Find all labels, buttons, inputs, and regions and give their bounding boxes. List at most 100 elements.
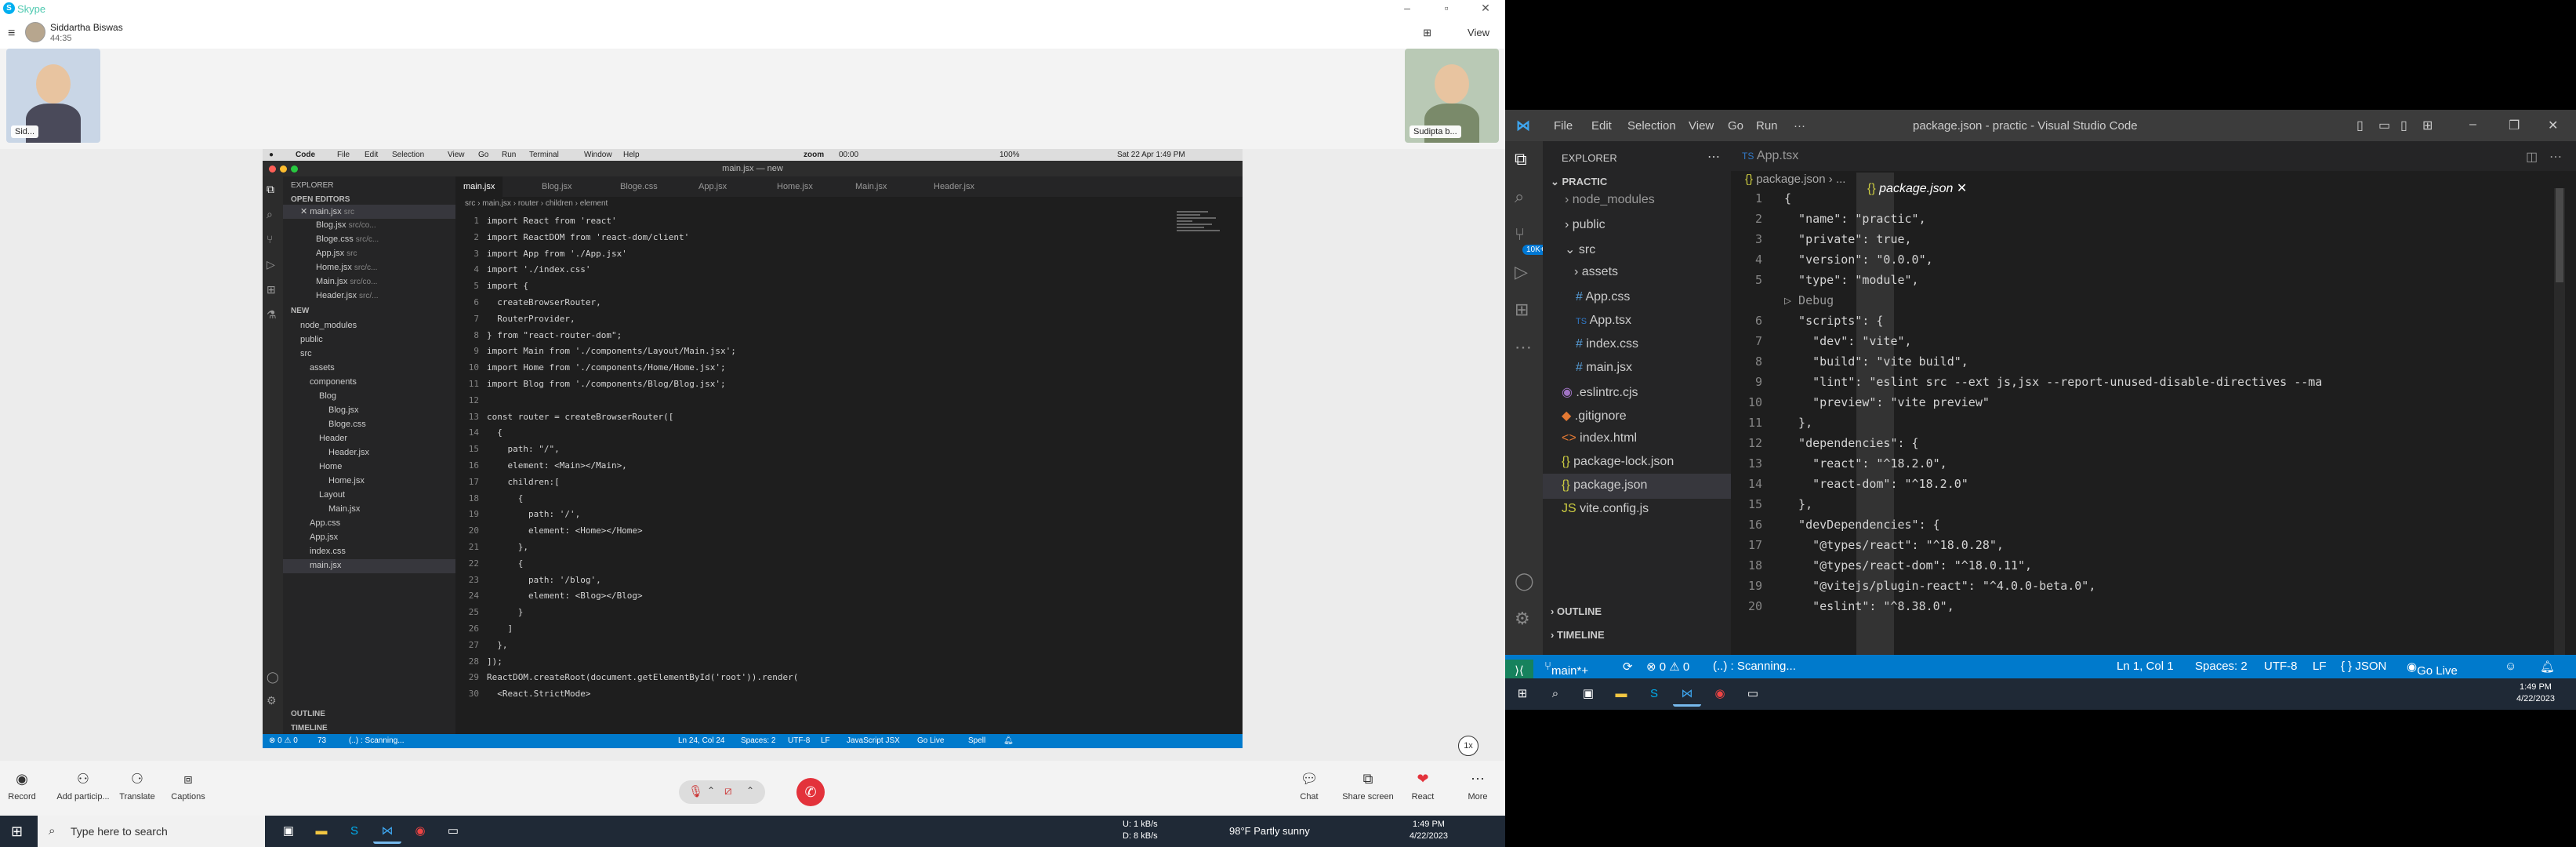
open-editor-item[interactable]: Bloge.css src/c...: [316, 234, 379, 244]
captions-button[interactable]: ⧈ Captions: [169, 771, 208, 802]
tree-file[interactable]: # App.css: [1576, 290, 1630, 304]
line-ending[interactable]: LF: [821, 736, 830, 745]
code-line[interactable]: "@types/react": "^18.0.28",: [1784, 538, 2004, 552]
code-line[interactable]: } from "react-router-dom";: [487, 330, 622, 340]
restore-icon[interactable]: ❐: [2509, 118, 2520, 133]
tree-item[interactable]: public: [300, 335, 323, 344]
open-editor-item[interactable]: Main.jsx src/co...: [316, 277, 377, 286]
grid-view-icon[interactable]: ⊞: [1423, 27, 1431, 39]
file-explorer-icon[interactable]: ▬: [307, 819, 336, 844]
tree-item[interactable]: Layout: [319, 490, 345, 500]
mac-menu-window[interactable]: Window: [584, 151, 612, 159]
code-line[interactable]: },: [487, 640, 507, 650]
spell-check[interactable]: Spell: [968, 736, 985, 745]
code-line[interactable]: element: <Main></Main>,: [487, 460, 626, 471]
indentation[interactable]: Spaces: 2: [741, 736, 775, 745]
tree-item[interactable]: assets: [310, 363, 335, 373]
mac-menu-help[interactable]: Help: [623, 151, 640, 159]
language-mode[interactable]: JavaScript JSX: [847, 736, 900, 745]
menu-selection[interactable]: Selection: [1627, 119, 1676, 133]
code-line[interactable]: path: "/",: [487, 444, 559, 454]
terminal-taskbar-icon[interactable]: ▭: [439, 819, 467, 844]
settings-gear-icon[interactable]: ⚙: [267, 694, 277, 707]
tests-icon[interactable]: ⚗: [267, 308, 277, 322]
code-line[interactable]: path: '/blog',: [487, 575, 601, 585]
code-line[interactable]: "dev": "vite",: [1784, 334, 1911, 348]
project-folder-header[interactable]: ⌄ PRACTIC: [1551, 176, 1607, 188]
menu-run[interactable]: Run: [1756, 119, 1778, 133]
tree-file[interactable]: ◆ .gitignore: [1562, 408, 1627, 424]
account-icon[interactable]: ◯: [1515, 571, 1534, 591]
run-debug-icon[interactable]: ▷: [267, 258, 275, 271]
chevron-down-icon[interactable]: ⌃: [746, 785, 754, 796]
code-editor[interactable]: 1 import React from 'react' 2 import ReactD…: [455, 211, 1243, 734]
tree-item[interactable]: src: [300, 349, 312, 358]
bell-icon[interactable]: 🔔︎: [2540, 660, 2555, 674]
code-line[interactable]: "scripts": {: [1784, 314, 1883, 328]
code-line[interactable]: {: [487, 427, 503, 438]
code-line[interactable]: }: [487, 607, 524, 617]
breadcrumb-item[interactable]: ...: [1836, 173, 1846, 186]
close-icon[interactable]: ✕: [2548, 118, 2558, 133]
breadcrumb-item[interactable]: children: [546, 199, 573, 208]
code-line[interactable]: "version": "0.0.0",: [1784, 253, 1933, 267]
source-control-icon[interactable]: ⑂: [1515, 224, 1525, 245]
code-line[interactable]: path: '/',: [487, 509, 580, 519]
tree-file[interactable]: # main.jsx: [1576, 361, 1632, 375]
record-button[interactable]: ◉ Record: [6, 771, 38, 802]
code-line[interactable]: },: [487, 542, 528, 552]
tab-app-jsx[interactable]: App.jsx: [691, 176, 735, 197]
code-line[interactable]: import './index.css': [487, 264, 590, 274]
menu-edit[interactable]: Edit: [1591, 119, 1612, 133]
code-line[interactable]: <React.StrictMode>: [487, 689, 590, 699]
project-header[interactable]: NEW: [291, 307, 309, 315]
tree-file[interactable]: {} package-lock.json: [1562, 455, 1674, 469]
mac-menu-run[interactable]: Run: [502, 151, 516, 159]
tab-main-jsx[interactable]: main.jsx: [455, 176, 503, 197]
weather-widget[interactable]: 98°F Partly sunny: [1229, 825, 1310, 837]
add-participant-button[interactable]: ⚇ Add particip...: [52, 771, 114, 802]
task-view-icon[interactable]: ▣: [274, 819, 303, 844]
tree-item[interactable]: App.css: [310, 518, 340, 528]
breadcrumb-item[interactable]: package.json: [1756, 173, 1825, 186]
chrome-taskbar-icon[interactable]: ◉: [1706, 682, 1734, 707]
code-line[interactable]: ]: [487, 623, 513, 634]
code-line[interactable]: "devDependencies": {: [1784, 518, 1940, 532]
code-line[interactable]: "type": "module",: [1784, 273, 1919, 287]
tree-file[interactable]: TS App.tsx: [1576, 314, 1631, 328]
files-icon[interactable]: ⧉: [267, 183, 274, 196]
mic-muted-icon[interactable]: 🎙︎: [688, 784, 703, 798]
customize-layout-icon[interactable]: ⊞: [2422, 118, 2433, 133]
tree-item[interactable]: App.jsx: [310, 533, 338, 542]
bell-icon[interactable]: 🔔︎: [1003, 736, 1014, 745]
code-line[interactable]: "name": "practic",: [1784, 212, 1926, 226]
code-line[interactable]: "react-dom": "^18.2.0": [1784, 477, 1968, 491]
open-editor-item[interactable]: Blog.jsx src/co...: [316, 220, 376, 230]
vscode-taskbar-icon[interactable]: ⋈: [1673, 682, 1701, 707]
code-line[interactable]: },: [1784, 497, 1812, 511]
task-view-icon[interactable]: ▣: [1574, 682, 1602, 707]
tree-item[interactable]: Blog.jsx: [328, 405, 359, 415]
code-line[interactable]: ReactDOM.createRoot(document.getElementB…: [487, 672, 798, 682]
toggle-sidebar-icon[interactable]: ▯: [2356, 118, 2364, 133]
extensions-icon[interactable]: ⊞: [267, 283, 276, 296]
problems-indicator[interactable]: ⊗ 0 ⚠ 0: [269, 736, 298, 745]
cursor-position[interactable]: Ln 24, Col 24: [678, 736, 725, 745]
run-debug-icon[interactable]: ▷: [1515, 262, 1528, 282]
search-icon[interactable]: ⌕: [267, 208, 273, 221]
taskbar-clock[interactable]: 1:49 PM 4/22/2023: [2516, 682, 2555, 705]
vscode-taskbar-icon[interactable]: ⋈: [373, 819, 401, 844]
tree-item[interactable]: Header.jsx: [328, 448, 369, 457]
mac-menu-terminal[interactable]: Terminal: [529, 151, 559, 159]
source-control-icon[interactable]: ⑂: [267, 233, 273, 245]
chevron-down-icon[interactable]: ⌃: [707, 785, 715, 796]
tree-item[interactable]: Home: [319, 462, 342, 471]
tree-folder[interactable]: › public: [1565, 218, 1605, 232]
code-line[interactable]: createBrowserRouter,: [487, 297, 600, 307]
problems-indicator[interactable]: ⊗ 0 ⚠ 0: [1646, 660, 1689, 674]
chrome-taskbar-icon[interactable]: ◉: [406, 819, 434, 844]
tree-item[interactable]: Header: [319, 434, 347, 443]
info-count[interactable]: 73: [317, 736, 326, 745]
go-live-button[interactable]: ◉ Go Live: [2407, 660, 2458, 678]
menu-view[interactable]: View: [1689, 119, 1714, 133]
